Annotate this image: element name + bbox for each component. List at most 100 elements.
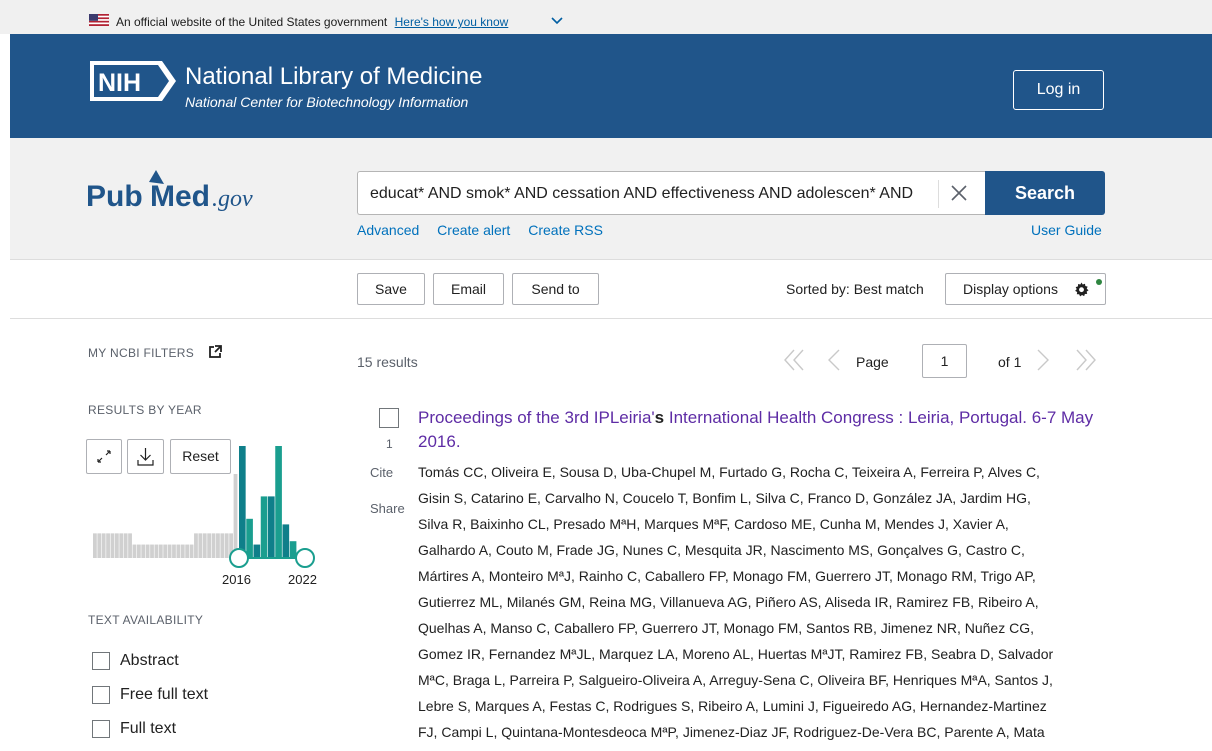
year-bar[interactable] — [101, 533, 106, 558]
email-button[interactable]: Email — [433, 273, 504, 305]
text-availability-label: TEXT AVAILABILITY — [88, 613, 204, 627]
year-bar-selected[interactable] — [282, 524, 290, 558]
year-end-label: 2022 — [288, 572, 317, 587]
full-text-label: Full text — [120, 720, 177, 737]
nlm-title[interactable]: National Library of Medicine — [185, 63, 482, 91]
year-bar[interactable] — [233, 474, 238, 558]
author-line: Gutierrez ML, Milanés GM, Reina MG, Vill… — [418, 594, 1039, 610]
year-bar-selected[interactable] — [246, 518, 253, 558]
year-bar[interactable] — [207, 533, 212, 558]
year-bar[interactable] — [189, 544, 194, 558]
clear-icon[interactable] — [948, 182, 970, 204]
year-bar[interactable] — [194, 533, 198, 558]
year-bar-selected[interactable] — [268, 496, 275, 558]
author-line: Quelhas A, Manso C, Caballero FP, Guerre… — [418, 620, 1034, 636]
year-bar[interactable] — [145, 544, 150, 558]
result-number: 1 — [386, 437, 393, 451]
year-bar[interactable] — [163, 544, 168, 558]
create-rss-link[interactable]: Create RSS — [528, 222, 603, 238]
full-text-checkbox[interactable] — [92, 720, 110, 738]
year-bar-selected[interactable] — [275, 446, 282, 558]
free-full-text-label: Free full text — [120, 686, 209, 703]
year-bar[interactable] — [176, 544, 181, 558]
author-line: Mártires A, Monteiro MªJ, Rainho C, Caba… — [418, 568, 1036, 584]
save-button[interactable]: Save — [357, 273, 425, 305]
year-bar[interactable] — [211, 533, 216, 558]
share-button[interactable]: Share — [370, 501, 405, 516]
year-bar[interactable] — [167, 544, 172, 558]
filter-abstract[interactable]: Abstract — [92, 652, 179, 670]
year-bar-selected[interactable] — [239, 446, 246, 558]
year-bar[interactable] — [141, 544, 146, 558]
year-bar[interactable] — [119, 533, 124, 558]
year-bar[interactable] — [172, 544, 176, 558]
advanced-link[interactable]: Advanced — [357, 222, 419, 238]
year-bar[interactable] — [123, 533, 128, 558]
year-bar[interactable] — [97, 533, 102, 558]
year-bar[interactable] — [114, 533, 119, 558]
action-bar: Save Email Send to Sorted by: Best match… — [10, 261, 1212, 319]
heres-how-you-know-link[interactable]: Here's how you know — [395, 15, 509, 29]
search-query-text[interactable]: educat* AND smok* AND cessation AND effe… — [370, 185, 940, 203]
year-bar[interactable] — [110, 533, 115, 558]
year-bar[interactable] — [158, 544, 163, 558]
chevron-down-icon[interactable] — [551, 17, 563, 25]
pubmed-logo[interactable]: Pub Med .gov — [86, 162, 296, 222]
send-to-button[interactable]: Send to — [512, 273, 599, 305]
year-bar[interactable] — [216, 533, 220, 558]
title-part: Proceedings of the 3rd IPLeiria' — [418, 408, 655, 427]
my-ncbi-filters-label[interactable]: MY NCBI FILTERS — [88, 346, 194, 360]
logo-gov: .gov — [212, 186, 253, 212]
filter-full-text[interactable]: Full text — [92, 720, 176, 738]
nih-header: NIH National Library of Medicine Nationa… — [10, 34, 1212, 138]
search-links: Advanced Create alert Create RSS — [357, 222, 617, 238]
nlm-subtitle: National Center for Biotechnology Inform… — [185, 94, 469, 110]
previous-page-icon[interactable] — [827, 348, 841, 372]
year-bar[interactable] — [180, 544, 185, 558]
us-flag-icon — [89, 14, 109, 26]
year-bar[interactable] — [128, 533, 132, 558]
year-bar[interactable] — [93, 533, 97, 558]
year-bar-selected[interactable] — [260, 496, 268, 558]
results-by-year-chart[interactable] — [88, 440, 328, 590]
year-bar[interactable] — [202, 533, 207, 558]
page-number-input[interactable]: 1 — [922, 344, 967, 378]
author-line: Lebre S, Marques A, Festas C, Rodrigues … — [418, 698, 1047, 714]
next-page-icon[interactable] — [1036, 348, 1050, 372]
first-page-icon[interactable] — [783, 348, 805, 372]
year-bar[interactable] — [106, 533, 110, 558]
search-band: Pub Med .gov educat* AND smok* AND cessa… — [10, 138, 1212, 260]
user-guide-link[interactable]: User Guide — [1031, 222, 1102, 238]
year-bar[interactable] — [132, 544, 137, 558]
title-highlight: s — [654, 408, 665, 427]
result-checkbox[interactable] — [379, 408, 399, 428]
year-bar[interactable] — [154, 544, 159, 558]
create-alert-link[interactable]: Create alert — [437, 222, 510, 238]
result-title-link[interactable]: Proceedings of the 3rd IPLeiria's Intern… — [418, 406, 1103, 454]
nih-logo[interactable]: NIH — [88, 57, 180, 105]
display-options-button[interactable]: Display options — [945, 273, 1106, 305]
year-bar[interactable] — [185, 544, 190, 558]
search-divider — [938, 180, 939, 208]
search-button[interactable]: Search — [985, 171, 1105, 215]
abstract-checkbox[interactable] — [92, 652, 110, 670]
year-range-start-handle[interactable] — [229, 548, 249, 568]
last-page-icon[interactable] — [1075, 348, 1097, 372]
filter-free-full-text[interactable]: Free full text — [92, 686, 208, 704]
status-dot — [1096, 279, 1102, 285]
display-options-label: Display options — [963, 281, 1058, 297]
year-bar[interactable] — [136, 544, 141, 558]
year-bar[interactable] — [224, 533, 229, 558]
year-bar[interactable] — [150, 544, 154, 558]
free-full-text-checkbox[interactable] — [92, 686, 110, 704]
gov-banner-text: An official website of the United States… — [116, 15, 508, 29]
year-bar[interactable] — [220, 533, 225, 558]
login-button[interactable]: Log in — [1013, 70, 1104, 110]
year-bar[interactable] — [198, 533, 203, 558]
year-range-end-handle[interactable] — [295, 548, 315, 568]
year-bar-selected[interactable] — [253, 544, 261, 558]
cite-button[interactable]: Cite — [370, 465, 393, 480]
external-link-icon[interactable] — [209, 345, 222, 358]
page-label: Page — [856, 354, 889, 370]
search-input[interactable]: educat* AND smok* AND cessation AND effe… — [357, 171, 987, 215]
